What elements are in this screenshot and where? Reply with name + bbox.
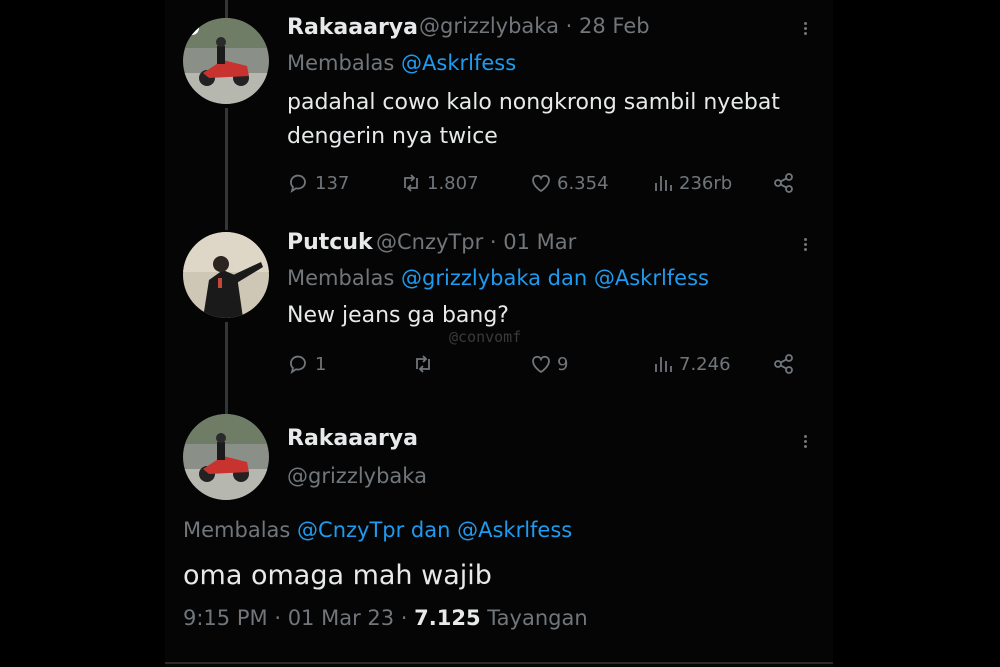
tweet-meta: @CnzyTpr · 01 Mar [376,230,576,254]
reply-to: Membalas @Askrlfess [287,51,516,75]
views-button[interactable]: 7.246 [651,349,731,379]
reply-count: 137 [315,172,350,194]
views-button[interactable]: 236rb [651,168,732,198]
like-icon [532,355,550,374]
share-button[interactable] [772,168,796,198]
reply-prefix: Membalas [287,266,395,290]
thread-line [225,108,228,230]
meta-separator: · [274,606,281,630]
thread-line [225,322,228,414]
view-count: 7.125 [414,606,481,630]
avatar[interactable] [183,414,269,500]
reply-to: Membalas @grizzlybaka dan @Askrlfess [287,266,709,290]
author-handle[interactable]: @CnzyTpr [376,230,483,254]
tweet-actions: 1 9 7.246 [287,349,807,379]
tweet-date[interactable]: 28 Feb [579,14,650,38]
retweet-button[interactable]: 1.807 [399,168,479,198]
reply-mentions[interactable]: @CnzyTpr dan @Askrlfess [297,518,572,542]
author-name[interactable]: Putcuk [287,230,373,255]
divider [165,662,833,664]
reply-to: Membalas @CnzyTpr dan @Askrlfess [183,518,572,542]
view-count: 236rb [679,172,733,194]
like-icon [532,174,550,193]
like-button[interactable]: 6.354 [529,168,609,198]
tweet-meta: 9:15 PM · 01 Mar 23 · 7.125 Tayangan [183,606,588,630]
views-icon [655,176,672,191]
share-button[interactable] [772,349,796,379]
meta-separator: · [565,14,573,38]
reply-icon [290,174,306,194]
reply-icon [290,355,306,375]
more-icon[interactable] [798,20,812,37]
tweet-date[interactable]: 01 Mar [503,230,576,254]
reply-button[interactable]: 137 [287,168,349,198]
share-icon [774,354,793,374]
tweet-text-line: dengerin nya twice [287,124,498,149]
like-button[interactable]: 9 [529,349,568,379]
thread-line [225,0,228,18]
meta-separator: · [489,230,497,254]
tweet-actions: 137 1.807 6.354 236rb [287,168,807,198]
avatar[interactable] [183,232,269,318]
tweet-text: oma omaga mah wajib [183,560,492,591]
author-name[interactable]: Rakaaarya [287,426,418,451]
tweet-time[interactable]: 9:15 PM [183,606,268,630]
retweet-button[interactable] [411,349,439,379]
tweet-text-line: padahal cowo kalo nongkrong sambil nyeba… [287,90,780,115]
views-icon [655,357,672,372]
reply-prefix: Membalas [287,51,395,75]
retweet-icon [404,174,418,192]
more-icon[interactable] [798,433,812,450]
meta-separator: · [400,606,408,630]
like-count: 9 [557,353,569,375]
tweet-meta: @grizzlybaka · 28 Feb [419,14,650,38]
tweet-date[interactable]: 01 Mar 23 [288,606,394,630]
reply-count: 1 [315,353,327,375]
author-handle[interactable]: @grizzlybaka [287,464,427,488]
retweet-icon [416,355,430,373]
view-count: 7.246 [679,353,731,375]
reply-prefix: Membalas [183,518,291,542]
author-handle[interactable]: @grizzlybaka [419,14,559,38]
avatar[interactable] [183,18,269,104]
share-icon [774,173,793,193]
watermark: @convomf [449,328,522,346]
views-label: Tayangan [487,606,588,630]
more-icon[interactable] [798,236,812,253]
retweet-count: 1.807 [427,172,479,194]
reply-mentions[interactable]: @grizzlybaka dan @Askrlfess [401,266,709,290]
author-name[interactable]: Rakaaarya [287,15,418,40]
tweet-text: padahal cowo kalo nongkrong sambil nyeba… [287,86,780,154]
reply-button[interactable]: 1 [287,349,326,379]
like-count: 6.354 [557,172,609,194]
reply-mentions[interactable]: @Askrlfess [401,51,516,75]
